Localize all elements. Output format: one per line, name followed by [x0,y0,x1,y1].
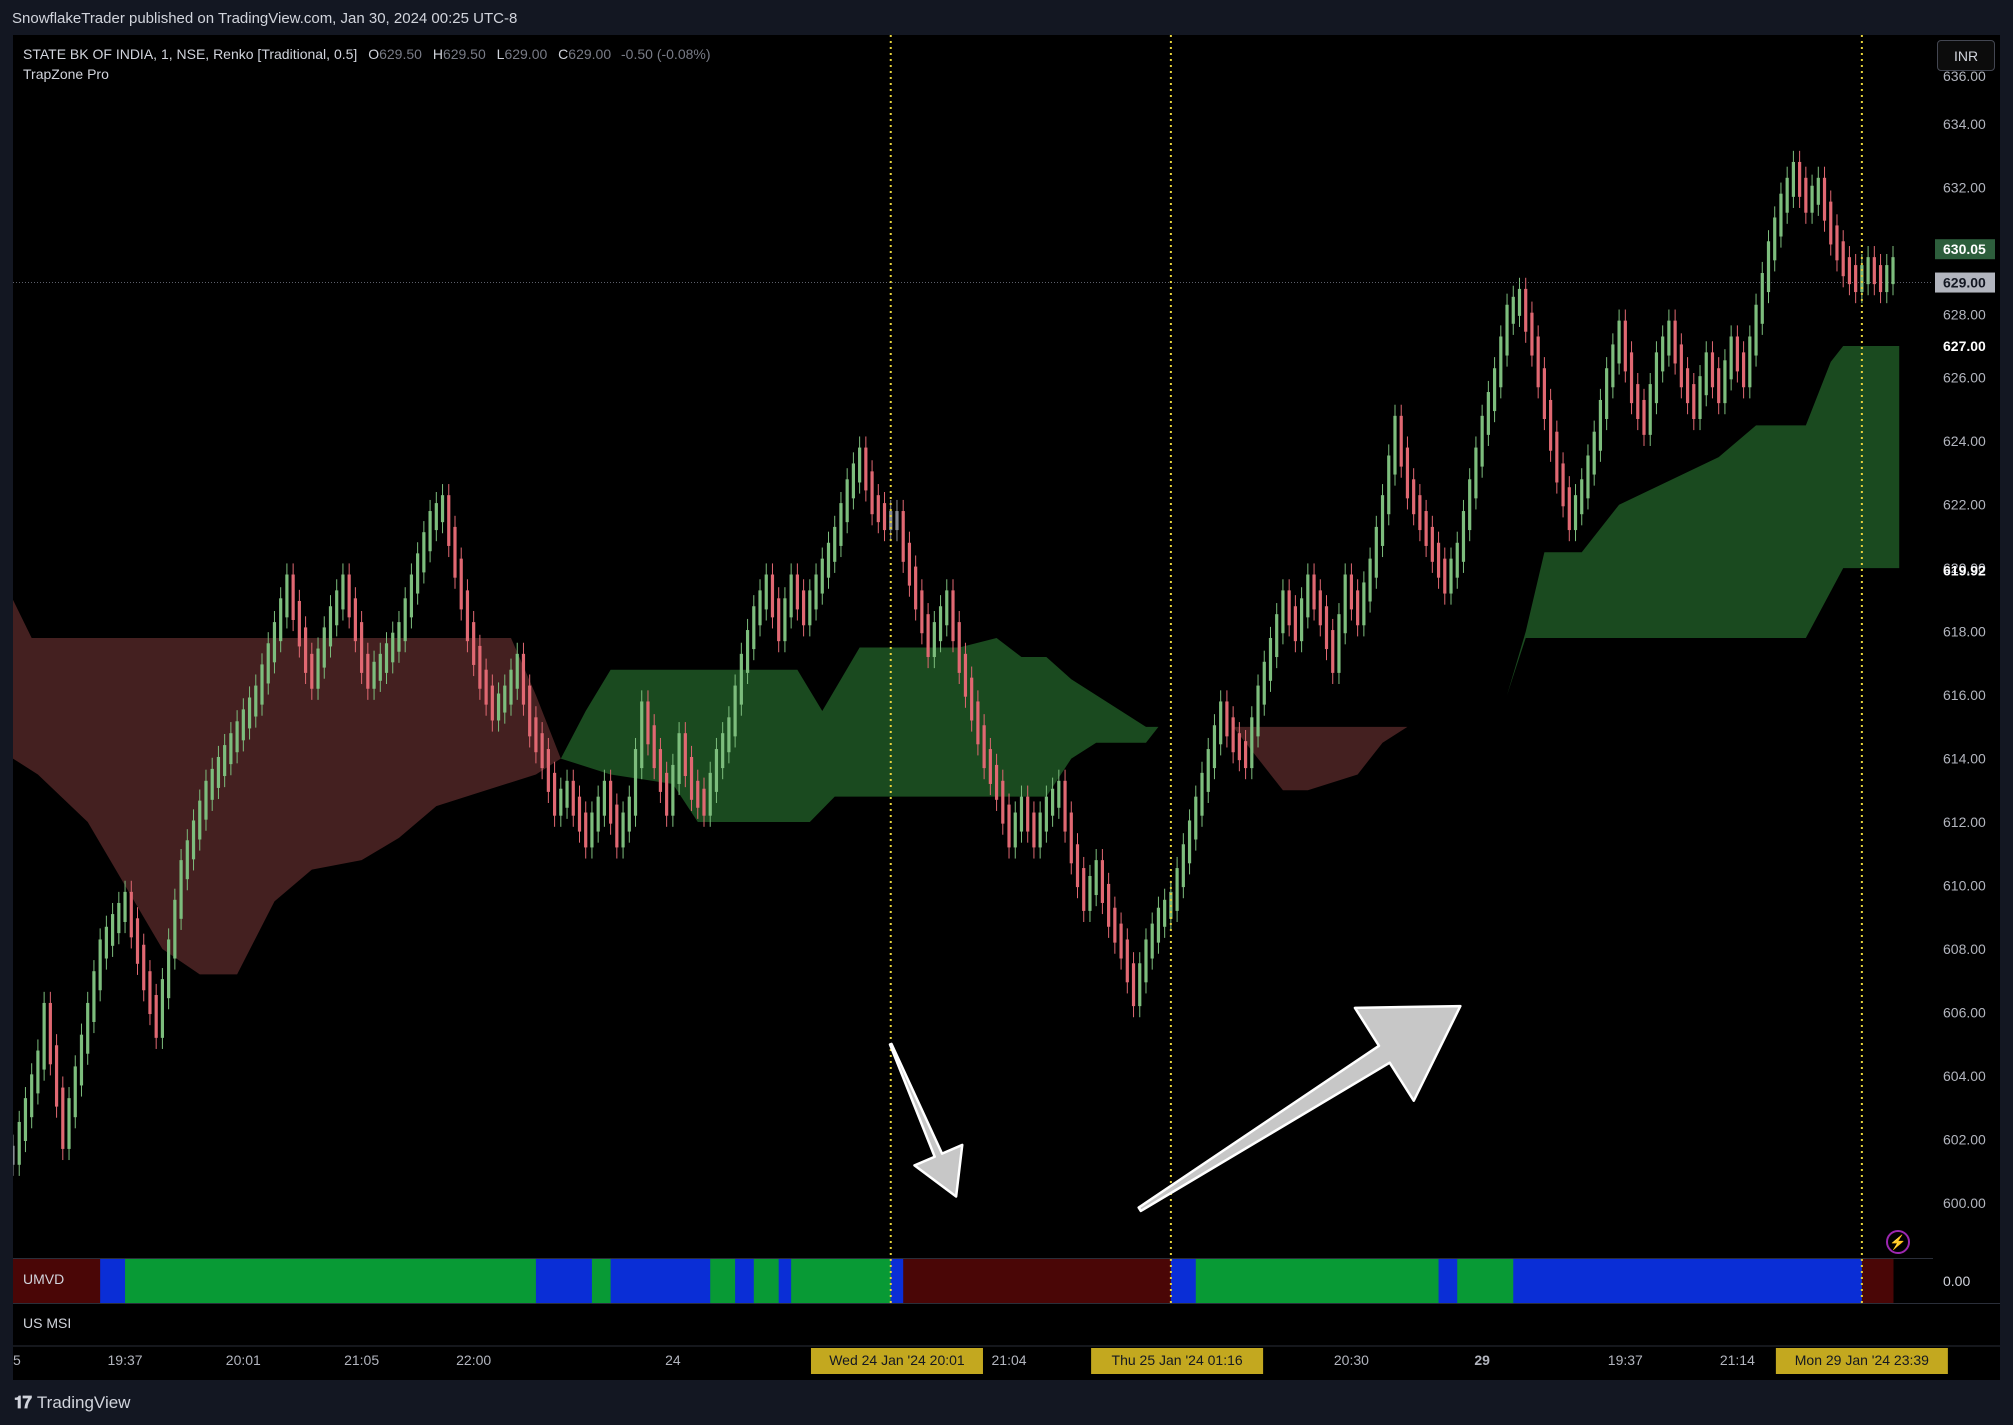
x-tick-label: 19:37 [1608,1352,1643,1368]
price-marker-label: 629.00 [1943,275,1986,291]
umvd-segment [1457,1259,1514,1303]
annotation-arrow-down-0 [888,1042,964,1198]
x-tick-label: 05 [13,1352,21,1368]
indicator-name[interactable]: TrapZone Pro [23,64,711,84]
umvd-segment [890,1259,904,1303]
y-tick-label: 600.00 [1943,1195,1986,1211]
usmsi-pane-label[interactable]: US MSI [23,1315,71,1331]
umvd-segment [1195,1259,1440,1303]
footer-bar: 𝟏𝟕 TradingView [0,1380,2013,1425]
umvd-segment [535,1259,593,1303]
session-label: Mon 29 Jan '24 23:39 [1795,1352,1929,1368]
price-marker-label: 630.05 [1943,241,1986,257]
session-label: Thu 25 Jan '24 01:16 [1112,1352,1243,1368]
y-tick-label: 616.00 [1943,687,1986,703]
y-tick-label: 624.00 [1943,433,1986,449]
tradingview-mark-icon: 𝟏𝟕 [14,1393,32,1412]
umvd-pane-label[interactable]: UMVD [23,1271,64,1287]
y-tick-label: 628.00 [1943,306,1986,322]
umvd-segment [1438,1259,1458,1303]
high-value: 629.50 [442,46,486,62]
publisher-header: SnowflakeTrader published on TradingView… [0,0,2013,35]
change-value: -0.50 (-0.08%) [621,46,711,62]
chart-canvas[interactable]: 0.00 600.00 602.00 604.00 606.00 608.00 610.00… [13,35,2000,1380]
high-label: H [432,46,443,62]
umvd-segment [125,1259,537,1303]
y-tick-label: 618.00 [1943,624,1986,640]
lightning-icon[interactable]: ⚡ [1886,1230,1910,1254]
umvd-segment [753,1259,780,1303]
umvd-segment [1861,1259,1894,1303]
x-tick-label: 21:04 [992,1352,1027,1368]
zone-bull-3 [1507,346,1900,696]
y-tick-label: 614.00 [1943,751,1986,767]
tradingview-logo[interactable]: 𝟏𝟕 TradingView [14,1393,130,1413]
y-tick-label: 626.00 [1943,370,1986,386]
symbol-title[interactable]: STATE BK OF INDIA, 1, NSE, Renko [Tradit… [23,46,357,62]
umvd-segment [791,1259,892,1303]
open-label: O [368,46,380,62]
y-tick-label: 610.00 [1943,878,1986,894]
umvd-segment [903,1259,1172,1303]
brand-name: TradingView [36,1393,131,1412]
close-value: 629.00 [568,46,612,62]
zone-bull-1 [560,637,1159,823]
umvd-segment [1170,1259,1197,1303]
chart-area[interactable]: 0.00 600.00 602.00 604.00 606.00 608.00 610.00… [13,35,2000,1380]
low-value: 629.00 [504,46,548,62]
y-tick-label: 604.00 [1943,1068,1986,1084]
umvd-segment [778,1259,792,1303]
x-tick-label: 21:14 [1720,1352,1755,1368]
umvd-value: 0.00 [1943,1273,1970,1289]
umvd-segment [1513,1259,1863,1303]
currency-button[interactable]: INR [1937,40,1995,71]
x-tick-label: 20:30 [1334,1352,1369,1368]
y-tick-label: 634.00 [1943,116,1986,132]
x-tick-label: 19:37 [108,1352,143,1368]
y-tick-label: 606.00 [1943,1004,1986,1020]
annotation-arrow-up-1 [1137,1004,1462,1213]
price-marker-label: 619.92 [1943,563,1986,579]
umvd-segment [610,1259,711,1303]
open-value: 629.50 [379,46,422,62]
x-tick-label: 21:05 [344,1352,379,1368]
y-tick-label: 632.00 [1943,179,1986,195]
umvd-segment [100,1259,126,1303]
umvd-segment [591,1259,612,1303]
y-tick-label: 612.00 [1943,814,1986,830]
price-marker-label: 627.00 [1943,338,1986,354]
y-tick-label: 602.00 [1943,1131,1986,1147]
close-label: C [558,46,569,62]
y-tick-label: 622.00 [1943,497,1986,513]
session-label: Wed 24 Jan '24 20:01 [829,1352,965,1368]
publisher-text: SnowflakeTrader published on TradingView… [12,10,518,27]
umvd-segment [710,1259,736,1303]
symbol-row[interactable]: STATE BK OF INDIA, 1, NSE, Renko [Tradit… [23,44,711,64]
x-tick-label: 22:00 [456,1352,491,1368]
umvd-segment [735,1259,755,1303]
x-tick-label: 24 [665,1352,681,1368]
x-tick-label: 29 [1474,1352,1490,1368]
chart-legend: STATE BK OF INDIA, 1, NSE, Renko [Tradit… [23,44,711,84]
x-tick-label: 20:01 [226,1352,261,1368]
y-tick-label: 608.00 [1943,941,1986,957]
